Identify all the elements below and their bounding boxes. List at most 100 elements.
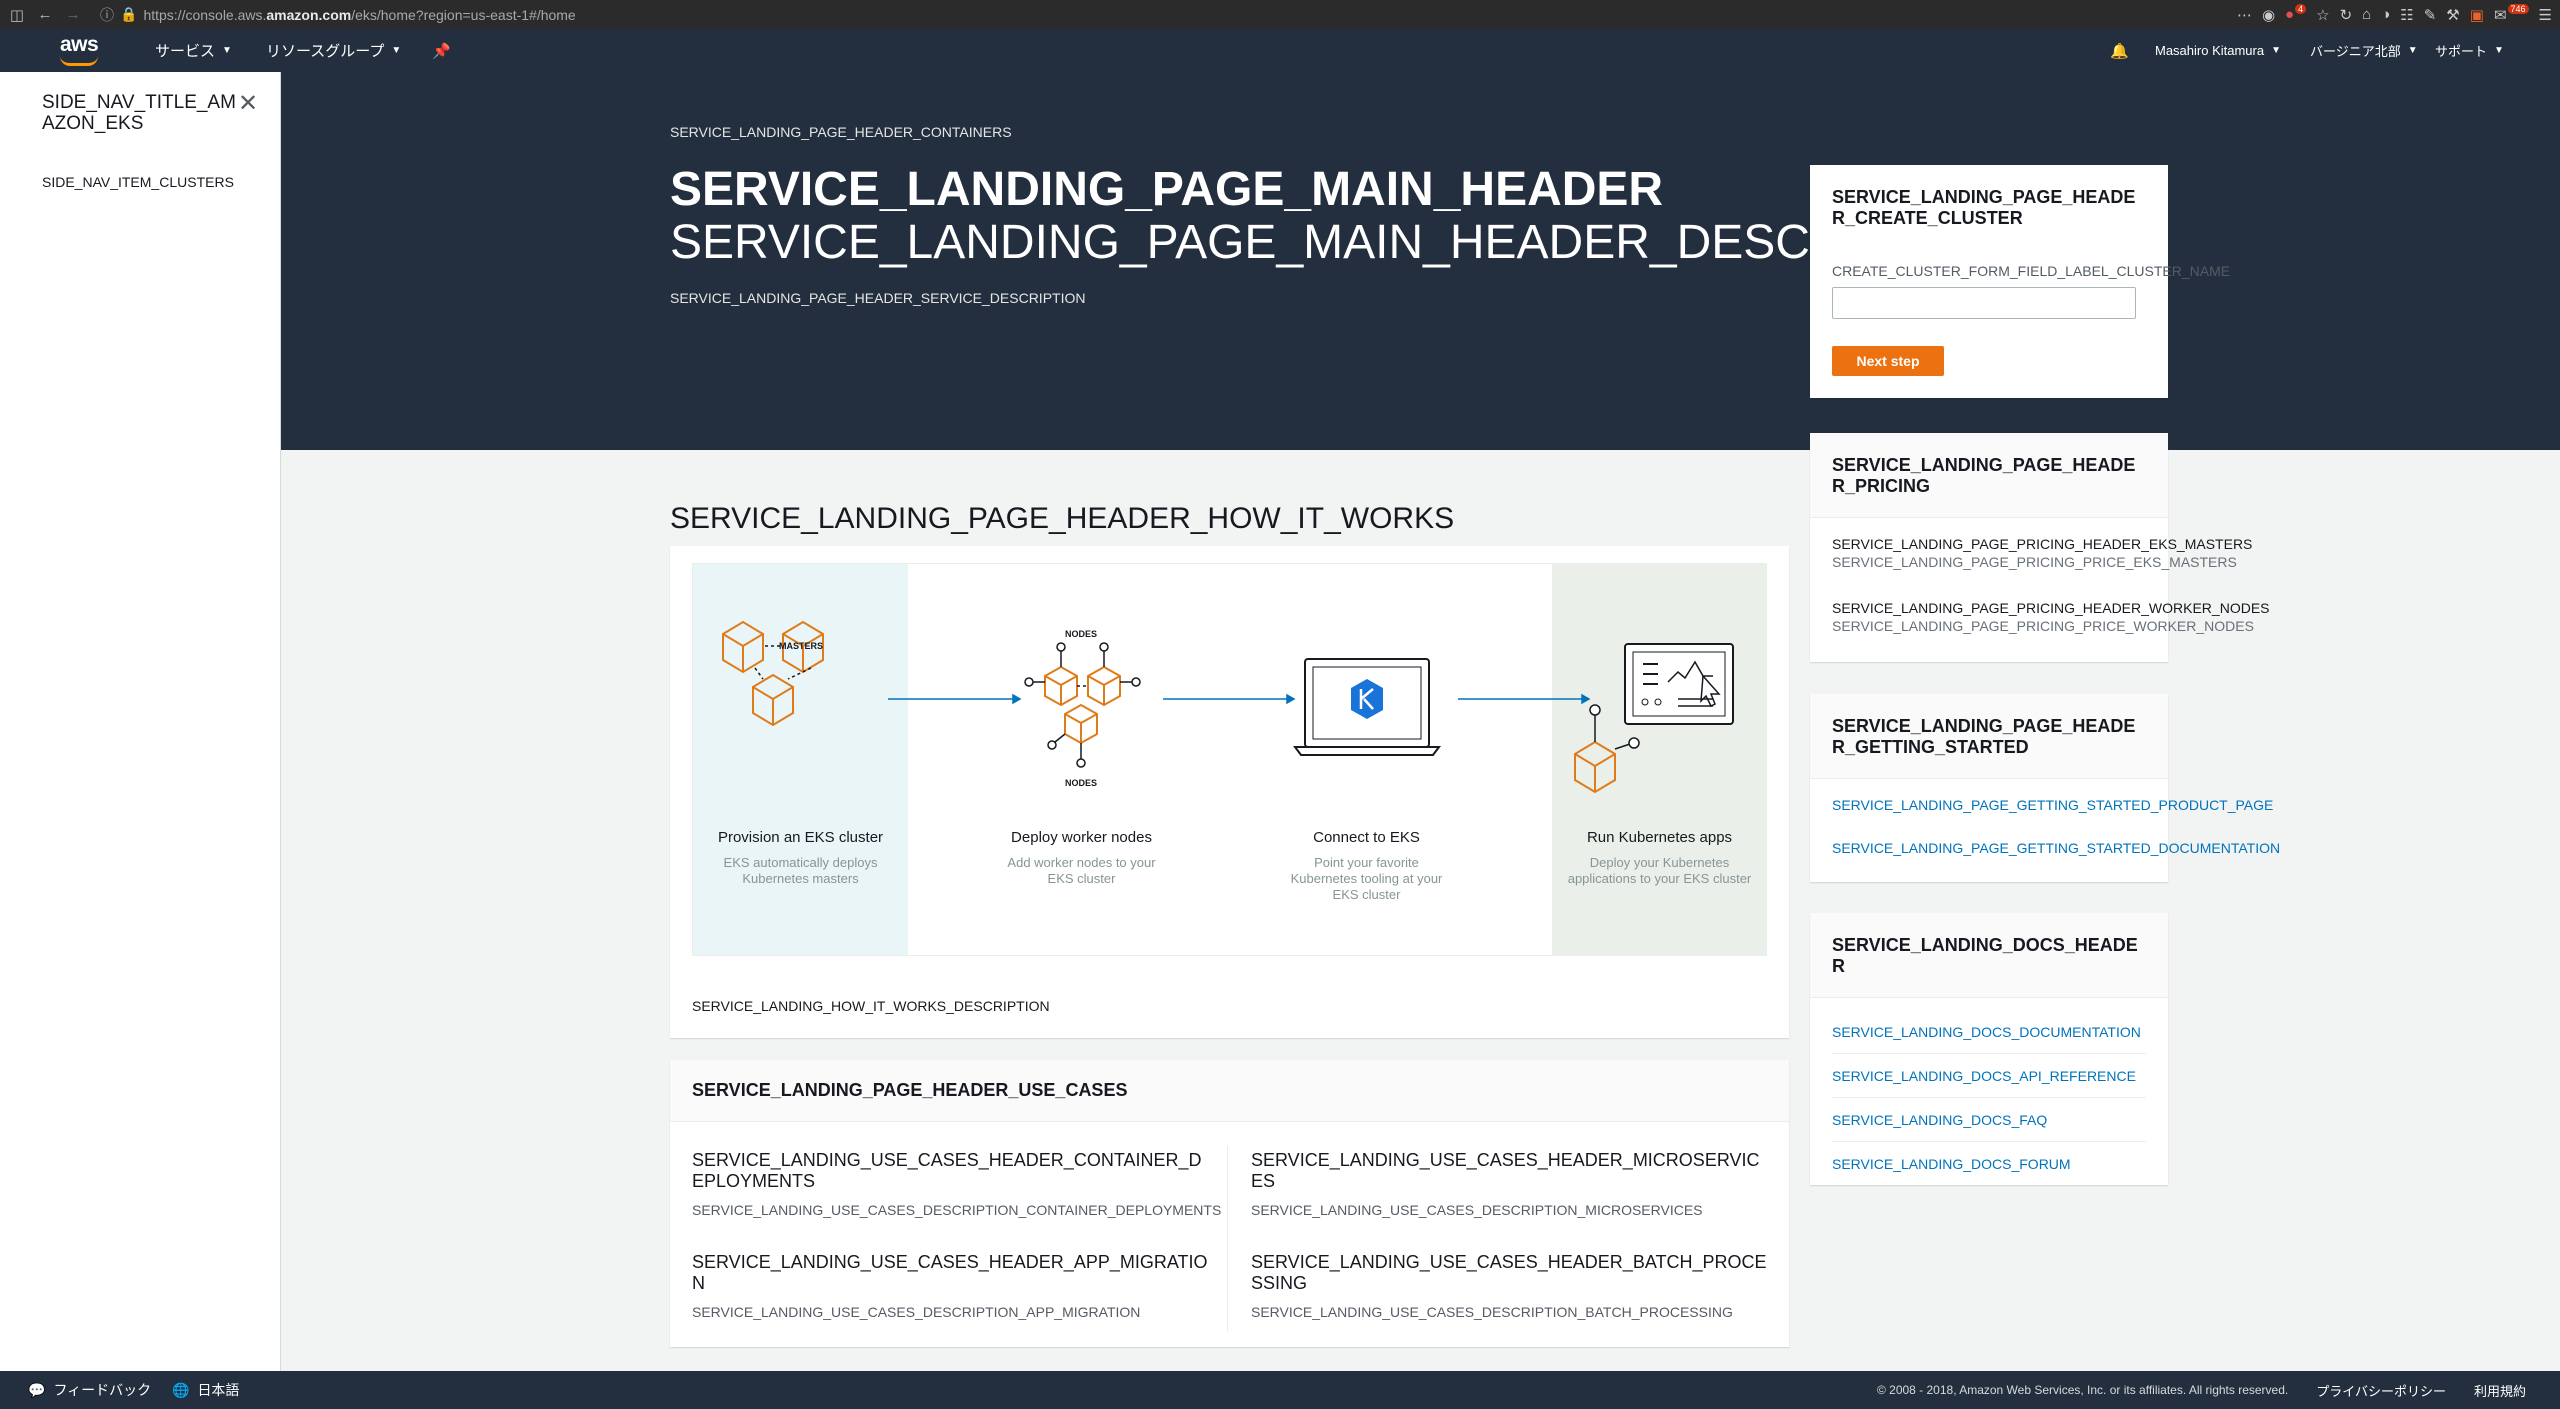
language-label: 日本語 <box>197 1382 240 1398</box>
address-bar[interactable]: ⓘ 🔒 https://console.aws.amazon.com/eks/h… <box>100 3 2190 26</box>
language-selector[interactable]: 🌐 日本語 <box>172 1371 239 1409</box>
aws-logo[interactable]: aws <box>56 33 106 67</box>
list-item: SERVICE_LANDING_DOCS_DOCUMENTATION <box>1832 1010 2146 1054</box>
use-case-item: SERVICE_LANDING_USE_CASES_HEADER_BATCH_P… <box>1251 1252 1771 1320</box>
hero-header: SERVICE_LANDING_PAGE_HEADER_CONTAINERS S… <box>281 72 2560 450</box>
bell-icon: 🔔 <box>2110 42 2129 60</box>
page-title: SERVICE_LANDING_PAGE_MAIN_HEADER <box>670 163 1664 216</box>
getting-started-documentation-link[interactable]: SERVICE_LANDING_PAGE_GETTING_STARTED_DOC… <box>1832 840 2280 856</box>
bookmark-star-icon[interactable]: ☆ <box>2316 6 2329 24</box>
masters-caption: MASTERS <box>779 641 823 651</box>
docs-card-header: SERVICE_LANDING_DOCS_HEADER <box>1810 913 2168 998</box>
side-navigation: SIDE_NAV_TITLE_AMAZON_EKS ✕ SIDE_NAV_ITE… <box>0 72 281 1371</box>
region-label: バージニア北部 <box>2310 44 2401 59</box>
support-menu[interactable]: サポート ▼ <box>2435 29 2504 72</box>
next-step-button[interactable]: Next step <box>1832 346 1944 376</box>
mail-badge: 746 <box>2507 3 2529 14</box>
docs-header: SERVICE_LANDING_DOCS_HEADER <box>1832 935 2138 976</box>
docs-documentation-link[interactable]: SERVICE_LANDING_DOCS_DOCUMENTATION <box>1832 1024 2141 1040</box>
more-icon[interactable]: ⋯ <box>2237 6 2252 24</box>
docs-forum-link[interactable]: SERVICE_LANDING_DOCS_FORUM <box>1832 1156 2071 1172</box>
diagram-illustration: MASTERS NODES NODES <box>722 620 1734 794</box>
step-desc-run: Deploy your Kubernetes applications to y… <box>1567 855 1752 886</box>
use-cases-header: SERVICE_LANDING_PAGE_HEADER_USE_CASES <box>670 1060 1789 1122</box>
pricing-row-header: SERVICE_LANDING_PAGE_PRICING_HEADER_WORK… <box>1832 600 2270 616</box>
browser-toolbar: ◫ ← → ⓘ 🔒 https://console.aws.amazon.com… <box>0 0 2560 29</box>
use-case-item: SERVICE_LANDING_USE_CASES_HEADER_CONTAIN… <box>692 1150 1222 1218</box>
pricing-row-price: SERVICE_LANDING_PAGE_PRICING_PRICE_WORKE… <box>1832 618 2254 634</box>
list-item: SERVICE_LANDING_DOCS_FAQ <box>1832 1098 2146 1142</box>
close-icon[interactable]: ✕ <box>238 89 258 118</box>
docs-api-reference-link[interactable]: SERVICE_LANDING_DOCS_API_REFERENCE <box>1832 1068 2136 1084</box>
docs-card: SERVICE_LANDING_DOCS_HEADER SERVICE_LAND… <box>1810 913 2168 1185</box>
getting-started-card: SERVICE_LANDING_PAGE_HEADER_GETTING_STAR… <box>1810 694 2280 882</box>
use-cases-divider <box>1227 1146 1228 1332</box>
pricing-row: SERVICE_LANDING_PAGE_PRICING_HEADER_WORK… <box>1832 600 2270 634</box>
use-case-description: SERVICE_LANDING_USE_CASES_DESCRIPTION_MI… <box>1251 1202 1703 1218</box>
pushpin-icon: 📌 <box>432 42 451 60</box>
how-it-works-diagram: MASTERS NODES NODES Provision an EKS clu… <box>692 563 1767 956</box>
sync-icon[interactable]: ◑ <box>2381 6 2390 23</box>
chevron-down-icon: ▼ <box>2271 45 2282 56</box>
laptop-kubernetes-icon <box>1293 658 1441 756</box>
speech-bubble-icon: 💬 <box>28 1381 46 1398</box>
side-nav-item-clusters[interactable]: SIDE_NAV_ITEM_CLUSTERS <box>42 174 234 190</box>
getting-started-product-page-link[interactable]: SERVICE_LANDING_PAGE_GETTING_STARTED_PRO… <box>1832 797 2273 813</box>
home-icon[interactable]: ⌂ <box>2362 6 2371 23</box>
arrow-right-icon <box>888 693 1022 705</box>
use-case-description: SERVICE_LANDING_USE_CASES_DESCRIPTION_CO… <box>692 1202 1222 1218</box>
feedback-button[interactable]: 💬 フィードバック <box>28 1371 151 1409</box>
getting-started-header: SERVICE_LANDING_PAGE_HEADER_GETTING_STAR… <box>1832 716 2136 757</box>
nodes-caption-bottom: NODES <box>1065 778 1097 788</box>
cluster-name-input[interactable] <box>1832 287 2136 319</box>
terms-link[interactable]: 利用規約 <box>2474 1381 2526 1400</box>
pin-button[interactable]: 📌 <box>432 29 451 72</box>
notifications-button[interactable]: 🔔 <box>2110 29 2129 72</box>
docs-faq-link[interactable]: SERVICE_LANDING_DOCS_FAQ <box>1832 1112 2047 1128</box>
back-arrow-icon[interactable]: ← <box>34 4 56 26</box>
forward-arrow-icon[interactable]: → <box>62 4 84 26</box>
pricing-row-price: SERVICE_LANDING_PAGE_PRICING_PRICE_EKS_M… <box>1832 554 2237 570</box>
use-case-description: SERVICE_LANDING_USE_CASES_DESCRIPTION_BA… <box>1251 1304 1733 1320</box>
sidebar-toggle-icon[interactable]: ◫ <box>6 4 28 26</box>
use-case-item: SERVICE_LANDING_USE_CASES_HEADER_APP_MIG… <box>692 1252 1212 1320</box>
library-icon[interactable]: ☷ <box>2400 6 2413 24</box>
extension-icon[interactable]: ● <box>2285 6 2294 23</box>
mail-icon[interactable]: ✉ <box>2494 6 2507 24</box>
services-label: サービス <box>155 43 216 60</box>
pricing-header: SERVICE_LANDING_PAGE_HEADER_PRICING <box>1832 455 2136 496</box>
step-title-provision: Provision an EKS cluster <box>717 829 884 846</box>
feedback-label: フィードバック <box>53 1382 152 1398</box>
addon-icon[interactable]: ▣ <box>2470 6 2484 24</box>
chevron-down-icon: ▼ <box>222 45 232 56</box>
arrow-right-icon <box>1163 693 1296 705</box>
resource-groups-menu[interactable]: リソースグループ ▼ <box>266 29 401 72</box>
list-item: SERVICE_LANDING_DOCS_API_REFERENCE <box>1832 1054 2146 1098</box>
step-title-deploy: Deploy worker nodes <box>1011 829 1152 846</box>
hero-eyebrow: SERVICE_LANDING_PAGE_HEADER_CONTAINERS <box>670 124 1012 140</box>
how-it-works-description: SERVICE_LANDING_HOW_IT_WORKS_DESCRIPTION <box>692 998 1050 1014</box>
account-menu[interactable]: Masahiro Kitamura ▼ <box>2155 29 2281 72</box>
hero-description: SERVICE_LANDING_PAGE_HEADER_SERVICE_DESC… <box>670 290 1086 306</box>
reader-icon[interactable]: ✎ <box>2424 6 2437 24</box>
pricing-row-header: SERVICE_LANDING_PAGE_PRICING_HEADER_EKS_… <box>1832 536 2253 552</box>
reload-icon[interactable]: ↻ <box>2340 6 2353 24</box>
create-cluster-card: SERVICE_LANDING_PAGE_HEADER_CREATE_CLUST… <box>1810 165 2230 398</box>
services-menu[interactable]: サービス ▼ <box>155 29 232 72</box>
region-menu[interactable]: バージニア北部 ▼ <box>2310 29 2418 72</box>
how-it-works-card: MASTERS NODES NODES Provision an EKS clu… <box>670 546 1789 1038</box>
pocket-icon[interactable]: ◉ <box>2262 6 2275 24</box>
tools-icon[interactable]: ⚒ <box>2446 6 2459 24</box>
worker-nodes-icon <box>1044 665 1121 745</box>
menu-icon[interactable]: ☰ <box>2539 6 2552 24</box>
footer-right: © 2008 - 2018, Amazon Web Services, Inc.… <box>1877 1371 2526 1409</box>
privacy-policy-link[interactable]: プライバシーポリシー <box>2316 1381 2446 1400</box>
console-footer: 💬 フィードバック 🌐 日本語 © 2008 - 2018, Amazon We… <box>0 1371 2560 1409</box>
resource-groups-label: リソースグループ <box>266 43 385 60</box>
pricing-card-header: SERVICE_LANDING_PAGE_HEADER_PRICING <box>1810 433 2168 518</box>
chevron-down-icon: ▼ <box>2494 45 2504 56</box>
side-nav-title: SIDE_NAV_TITLE_AMAZON_EKS <box>42 92 236 134</box>
step-desc-connect: Point your favorite Kubernetes tooling a… <box>1290 855 1443 902</box>
info-icon[interactable]: ⓘ <box>100 5 114 25</box>
chevron-down-icon: ▼ <box>391 45 402 56</box>
